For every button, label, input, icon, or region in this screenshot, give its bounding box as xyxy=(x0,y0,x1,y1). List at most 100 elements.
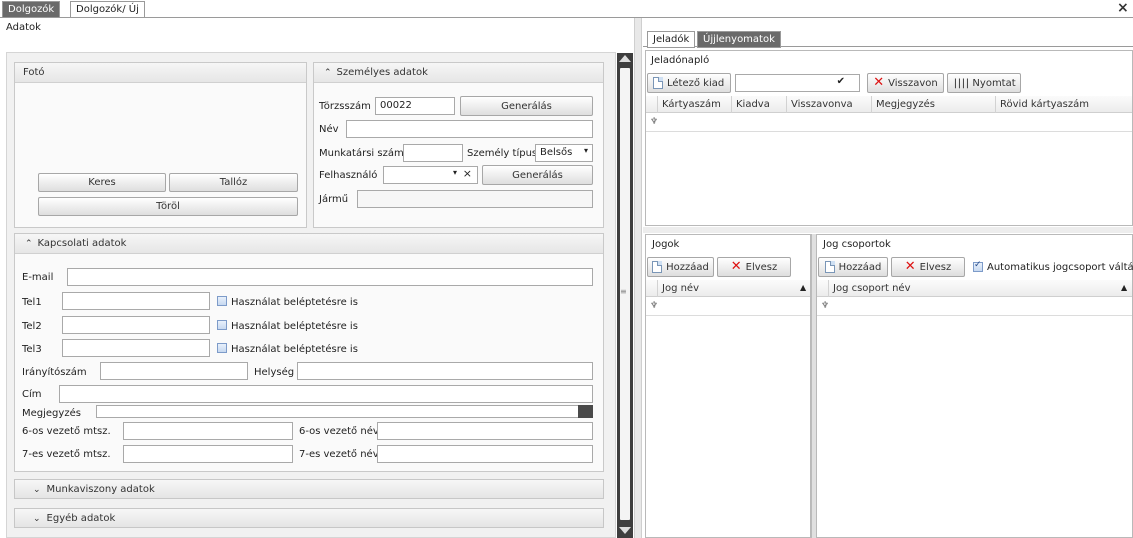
filter-icon[interactable]: ♆ xyxy=(650,301,658,311)
user-select[interactable]: ▾ × xyxy=(383,166,478,184)
log-combo[interactable]: ✔ xyxy=(735,74,860,92)
red-x-icon: ✕ xyxy=(904,259,916,274)
photo-group-title: Fotó xyxy=(15,63,306,83)
mgr6-no-label: 6-os vezető mtsz. xyxy=(22,426,111,437)
column-header-visszavonva[interactable]: Visszavonva xyxy=(787,96,872,113)
barcode-icon: |||| xyxy=(952,77,970,89)
note-expand-button[interactable] xyxy=(578,405,593,418)
name-label: Név xyxy=(319,124,339,135)
sort-asc-icon[interactable]: ▲ xyxy=(800,283,806,292)
column-header-rovid-kartyaszam[interactable]: Rövid kártyaszám xyxy=(996,96,1132,113)
tab-ujjlenyomatok[interactable]: Újjlenyomatok xyxy=(697,31,781,48)
tel1-entry-checkbox[interactable] xyxy=(217,296,227,306)
main-splitter[interactable] xyxy=(634,18,642,538)
grid-indicator-col xyxy=(646,96,658,113)
tel1-input[interactable] xyxy=(62,292,210,310)
filter-icon[interactable]: ♆ xyxy=(650,117,658,127)
issue-existing-button[interactable]: Létező kiad xyxy=(647,73,731,93)
column-header-jog-nev[interactable]: Jog név xyxy=(658,280,810,297)
log-filter-row[interactable] xyxy=(646,114,1132,132)
person-type-label: Személy típus xyxy=(467,148,538,159)
groups-remove-label: Elvesz xyxy=(919,261,952,273)
doc-tab-dolgozok[interactable]: Dolgozók xyxy=(2,1,61,18)
dropdown-arrow-icon[interactable]: ▾ xyxy=(453,168,457,177)
mgr6-no-input[interactable] xyxy=(123,422,293,440)
mgr7-no-input[interactable] xyxy=(123,445,293,463)
groups-add-button[interactable]: Hozzáad xyxy=(818,257,888,277)
mgr7-no-label: 7-es vezető mtsz. xyxy=(22,449,111,460)
user-label: Felhasználó xyxy=(319,170,378,181)
user-generate-button[interactable]: Generálás xyxy=(482,165,593,185)
contact-group-header[interactable]: ⌃ Kapcsolati adatok xyxy=(15,234,603,254)
tel2-input[interactable] xyxy=(62,316,210,334)
tel2-entry-label: Használat beléptetésre is xyxy=(231,321,358,332)
email-input[interactable] xyxy=(67,268,593,286)
contact-group-title: Kapcsolati adatok xyxy=(37,238,127,249)
groups-remove-button[interactable]: ✕ Elvesz xyxy=(891,257,965,277)
tab-jeladok[interactable]: Jeladók xyxy=(647,31,696,48)
column-header-kiadva[interactable]: Kiadva xyxy=(732,96,787,113)
revoke-button[interactable]: ✕ Visszavon xyxy=(867,73,944,93)
scroll-up-arrow-icon[interactable] xyxy=(619,55,631,62)
city-input[interactable] xyxy=(297,362,593,380)
left-section-header xyxy=(0,18,634,52)
rights-add-button[interactable]: Hozzáad xyxy=(647,257,714,277)
tel3-entry-checkbox[interactable] xyxy=(217,343,227,353)
photo-browse-button[interactable]: Tallóz xyxy=(169,173,298,192)
zip-input[interactable] xyxy=(100,362,248,380)
column-header-kartyaszam[interactable]: Kártyaszám xyxy=(658,96,732,113)
new-document-icon xyxy=(653,77,663,89)
employment-section-header[interactable]: ⌄ Munkaviszony adatok xyxy=(14,479,604,499)
other-section-title: Egyéb adatok xyxy=(46,513,116,524)
red-x-icon: ✕ xyxy=(873,75,885,90)
auto-switch-checkbox[interactable] xyxy=(973,260,983,272)
address-input[interactable] xyxy=(59,385,593,403)
colleague-no-label: Munkatársi szám xyxy=(319,148,404,159)
person-type-select[interactable]: Belsős ▾ xyxy=(535,144,593,162)
groups-filter-row[interactable] xyxy=(817,298,1132,316)
collapse-chevron-icon: ⌃ xyxy=(324,68,332,78)
torzsszam-input[interactable]: 00022 xyxy=(375,97,455,115)
print-button[interactable]: |||| Nyomtat xyxy=(947,73,1021,93)
sort-asc-icon[interactable]: ▲ xyxy=(1121,283,1127,292)
close-icon[interactable]: × xyxy=(1117,0,1129,16)
mgr6-name-input[interactable] xyxy=(377,422,593,440)
groups-grid-header: Jog csoport név ▲ xyxy=(817,280,1132,297)
torzsszam-label: Törzsszám xyxy=(319,101,371,112)
doc-tab-dolgozok-uj[interactable]: Dolgozók/ Új xyxy=(70,1,145,18)
other-section-header[interactable]: ⌄ Egyéb adatok xyxy=(14,508,604,528)
colleague-no-input[interactable] xyxy=(403,144,463,162)
tel3-input[interactable] xyxy=(62,339,210,357)
email-label: E-mail xyxy=(22,272,54,283)
person-type-value: Belsős xyxy=(540,147,573,158)
note-input[interactable] xyxy=(96,405,593,418)
torzsszam-generate-button[interactable]: Generálás xyxy=(460,96,593,116)
employment-section-title: Munkaviszony adatok xyxy=(46,484,155,495)
zip-label: Irányítószám xyxy=(22,367,87,378)
rights-filter-row[interactable] xyxy=(646,298,810,316)
grid-indicator-col xyxy=(646,280,658,297)
log-grid-header: Kártyaszám Kiadva Visszavonva Megjegyzés… xyxy=(646,96,1132,113)
auto-switch-label: Automatikus jogcsoport váltás xyxy=(987,262,1133,273)
tel2-entry-checkbox[interactable] xyxy=(217,320,227,330)
mgr7-name-input[interactable] xyxy=(377,445,593,463)
scroll-down-arrow-icon[interactable] xyxy=(619,527,631,534)
column-header-jog-csoport-nev[interactable]: Jog csoport név xyxy=(829,280,1132,297)
photo-search-button[interactable]: Keres xyxy=(38,173,166,192)
personal-group-header[interactable]: ⌃ Személyes adatok xyxy=(314,63,603,83)
tel3-label: Tel3 xyxy=(22,344,42,355)
rights-remove-button[interactable]: ✕ Elvesz xyxy=(717,257,791,277)
rights-remove-label: Elvesz xyxy=(745,261,778,273)
name-input[interactable] xyxy=(346,120,593,138)
checkmark-icon[interactable]: ✔ xyxy=(837,76,845,87)
issue-existing-label: Létező kiad xyxy=(667,77,725,89)
print-label: Nyomtat xyxy=(972,77,1016,89)
filter-icon[interactable]: ♆ xyxy=(821,301,829,311)
vehicle-input[interactable] xyxy=(357,190,593,208)
photo-delete-button[interactable]: Töröl xyxy=(38,197,298,216)
grid-indicator-col xyxy=(817,280,829,297)
clear-x-icon[interactable]: × xyxy=(463,167,472,180)
tel1-entry-label: Használat beléptetésre is xyxy=(231,297,358,308)
column-header-megjegyzes[interactable]: Megjegyzés xyxy=(872,96,996,113)
pane-splitter-h[interactable] xyxy=(643,227,1133,233)
